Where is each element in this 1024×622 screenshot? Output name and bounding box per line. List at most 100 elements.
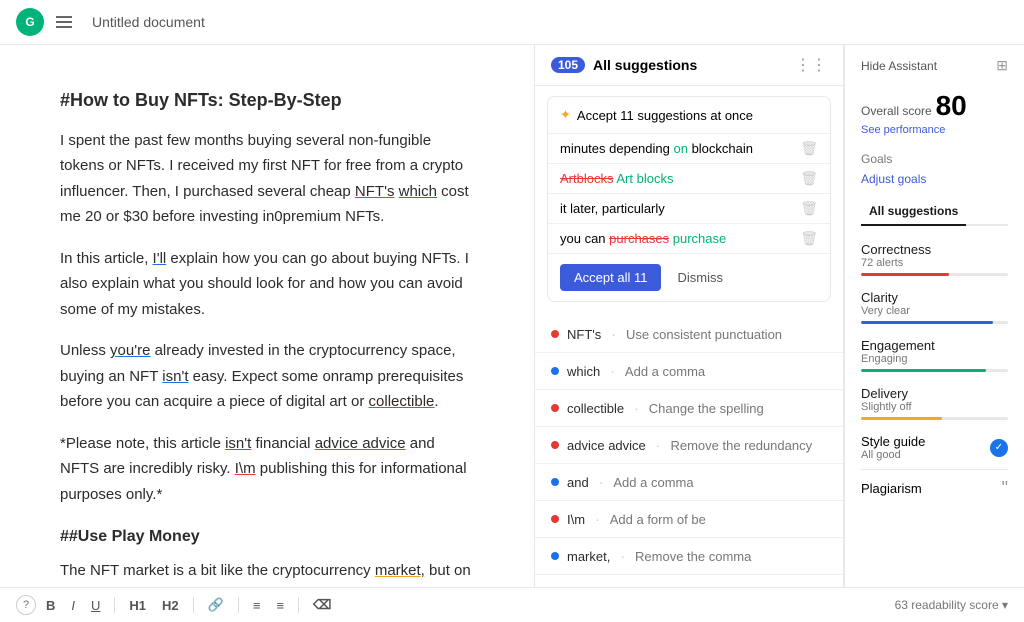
style-guide-row: Style guideAll good✓: [861, 434, 1008, 461]
delete-icon-3[interactable]: 🗑: [800, 200, 818, 217]
plagiarism-icon[interactable]: ": [1002, 478, 1008, 499]
check-icon: ✓: [990, 439, 1008, 457]
suggestion-text-4: you can purchases purchase: [560, 231, 726, 246]
toolbar-sep2: [193, 597, 194, 613]
suggestion-row[interactable]: are also launched · Rewrite the sentence: [535, 575, 843, 587]
metric-row: Correctness72 alerts: [861, 242, 1008, 276]
metric-fill: [861, 369, 986, 372]
suggestion-word: I\m: [567, 512, 585, 527]
suggestion-separator: ·: [634, 400, 639, 416]
h2-button[interactable]: H2: [156, 595, 185, 616]
metric-row: DeliverySlightly off: [861, 386, 1008, 420]
plagiarism-row: Plagiarism ": [861, 469, 1008, 499]
suggestion-word: market,: [567, 549, 610, 564]
metric-sub: Very clear: [861, 305, 1008, 317]
delete-icon-2[interactable]: 🗑: [800, 170, 818, 187]
suggestion-text-3: it later, particularly: [560, 201, 665, 216]
see-performance-link[interactable]: See performance: [861, 124, 1008, 136]
overall-score-section: Overall score 80 See performance: [861, 90, 1008, 136]
editor-para4: *Please note, this article isn't financi…: [60, 431, 474, 508]
metric-name: Correctness: [861, 242, 1008, 257]
bold-button[interactable]: B: [40, 595, 61, 616]
suggestion-description: Use consistent punctuation: [626, 327, 782, 342]
topbar: G Untitled document: [0, 0, 1024, 45]
suggestion-dot: [551, 515, 559, 523]
suggestion-row[interactable]: which · Add a comma: [535, 353, 843, 390]
suggestions-menu-icon[interactable]: ⋮⋮: [795, 55, 827, 75]
toolbar-sep1: [114, 597, 115, 613]
metric-bar: [861, 321, 1008, 324]
suggestion-dot: [551, 330, 559, 338]
suggestion-word: NFT's: [567, 327, 601, 342]
suggestion-separator: ·: [620, 548, 625, 564]
metric-fill: [861, 417, 942, 420]
score-number: 80: [936, 90, 967, 121]
editor-para2: In this article, I'll explain how you ca…: [60, 246, 474, 323]
readability-score[interactable]: 63 readability score ▾: [895, 598, 1008, 612]
suggestion-row[interactable]: advice advice · Remove the redundancy: [535, 427, 843, 464]
suggestion-word: which: [567, 364, 600, 379]
tab-all-suggestions[interactable]: All suggestions: [861, 200, 966, 226]
metric-fill: [861, 273, 949, 276]
suggestion-word: and: [567, 475, 589, 490]
toolbar-sep4: [298, 597, 299, 613]
suggestion-word: collectible: [567, 401, 624, 416]
metrics-list: Correctness72 alertsClarityVery clearEng…: [861, 242, 1008, 461]
grid-icon[interactable]: ⊞: [996, 57, 1008, 74]
topbar-left: G Untitled document: [16, 8, 205, 36]
adjust-goals-link[interactable]: Adjust goals: [861, 172, 1008, 186]
editor-para5: The NFT market is a bit like the cryptoc…: [60, 558, 474, 587]
accept-all-button[interactable]: Accept all 11: [560, 264, 661, 291]
suggestion-description: Add a comma: [613, 475, 693, 490]
suggestion-description: Remove the redundancy: [670, 438, 812, 453]
suggestion-row[interactable]: market, · Remove the comma: [535, 538, 843, 575]
unordered-list-button[interactable]: ≡: [270, 595, 290, 616]
overall-score-label: Overall score: [861, 104, 932, 118]
dismiss-button[interactable]: Dismiss: [669, 264, 731, 291]
suggestion-description: Add a comma: [625, 364, 705, 379]
metric-name: Engagement: [861, 338, 1008, 353]
suggestion-row[interactable]: and · Add a comma: [535, 464, 843, 501]
metric-sub: 72 alerts: [861, 257, 1008, 269]
help-icon[interactable]: ?: [16, 595, 36, 615]
delete-icon-1[interactable]: 🗑: [800, 140, 818, 157]
tab-buttons: All suggestions: [861, 200, 1008, 226]
metric-row: EngagementEngaging: [861, 338, 1008, 372]
star-icon: ✦: [560, 107, 571, 123]
inline-suggestion-3[interactable]: it later, particularly 🗑: [548, 193, 830, 223]
accept-all-label: Accept 11 suggestions at once: [577, 108, 753, 123]
suggestion-dot: [551, 404, 559, 412]
suggestion-description: Change the spelling: [649, 401, 764, 416]
inline-suggestion-2[interactable]: Artblocks Art blocks 🗑: [548, 163, 830, 193]
main-layout: #How to Buy NFTs: Step-By-Step I spent t…: [0, 45, 1024, 587]
suggestion-row[interactable]: collectible · Change the spelling: [535, 390, 843, 427]
suggestions-header: 105 All suggestions ⋮⋮: [535, 45, 843, 86]
underline-button[interactable]: U: [85, 595, 106, 616]
hide-assistant-button[interactable]: Hide Assistant: [861, 59, 937, 73]
toolbar-sep3: [238, 597, 239, 613]
doc-title: Untitled document: [92, 14, 205, 30]
link-button[interactable]: 🔗: [202, 594, 230, 616]
menu-icon[interactable]: [52, 12, 76, 32]
ordered-list-button[interactable]: ≡: [247, 595, 267, 616]
editor-para1: I spent the past few months buying sever…: [60, 128, 474, 230]
editor-heading2: ##Use Play Money: [60, 523, 474, 550]
inline-suggestion-1[interactable]: minutes depending on blockchain 🗑: [548, 133, 830, 163]
suggestion-description: Remove the comma: [635, 549, 751, 564]
editor[interactable]: #How to Buy NFTs: Step-By-Step I spent t…: [0, 45, 534, 587]
suggestion-dot: [551, 367, 559, 375]
clear-button[interactable]: ⌫: [307, 594, 337, 616]
suggestion-row[interactable]: I\m · Add a form of be: [535, 501, 843, 538]
suggestion-dot: [551, 441, 559, 449]
hide-assistant-row: Hide Assistant ⊞: [861, 57, 1008, 74]
inline-suggestion-4[interactable]: you can purchases purchase 🗑: [548, 223, 830, 253]
suggestion-row[interactable]: NFT's · Use consistent punctuation: [535, 316, 843, 353]
suggestion-text-1: minutes depending on blockchain: [560, 141, 753, 156]
h1-button[interactable]: H1: [123, 595, 152, 616]
accept-all-footer: Accept all 11 Dismiss: [548, 253, 830, 301]
plagiarism-label: Plagiarism: [861, 481, 922, 496]
italic-button[interactable]: I: [65, 595, 81, 616]
delete-icon-4[interactable]: 🗑: [800, 230, 818, 247]
editor-para3: Unless you're already invested in the cr…: [60, 338, 474, 415]
suggestion-dot: [551, 552, 559, 560]
